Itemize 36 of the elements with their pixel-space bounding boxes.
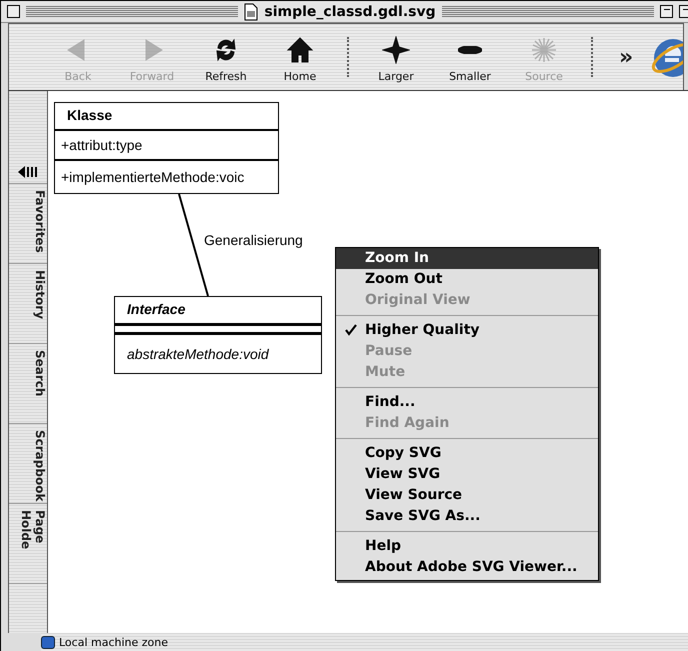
toolbar-button[interactable]: Smaller bbox=[433, 32, 507, 82]
zoom-box[interactable] bbox=[660, 5, 674, 18]
menu-item[interactable]: View SVG bbox=[336, 464, 598, 485]
method-text: abstrakteMethode:void bbox=[127, 346, 270, 362]
attribute-text: +attribut:type bbox=[61, 137, 144, 153]
menu-item[interactable]: About Adobe SVG Viewer... bbox=[336, 557, 598, 578]
menu-item[interactable]: View Source bbox=[336, 485, 598, 506]
class-name: Klasse bbox=[67, 107, 112, 123]
sidebar-tab[interactable]: Favorites bbox=[9, 184, 47, 264]
menu-item[interactable]: Help bbox=[336, 536, 598, 557]
toolbar-button[interactable]: Larger bbox=[359, 32, 433, 82]
window-title: simple_classd.gdl.svg bbox=[264, 4, 436, 20]
sidebar-tab[interactable]: Scrapbook bbox=[9, 424, 47, 504]
close-box[interactable] bbox=[7, 5, 20, 18]
toolbar-button[interactable]: Home bbox=[263, 32, 337, 82]
menu-item[interactable]: Zoom In bbox=[336, 248, 598, 269]
sidebar-tab[interactable]: Search bbox=[9, 344, 47, 424]
home-icon bbox=[286, 36, 314, 64]
menu-item[interactable]: Save SVG As... bbox=[336, 506, 598, 527]
sunburst-icon bbox=[530, 36, 558, 64]
menu-item[interactable]: Copy SVG bbox=[336, 443, 598, 464]
star-icon bbox=[382, 36, 410, 64]
status-text: Local machine zone bbox=[59, 636, 168, 648]
toolbar-button[interactable]: Refresh bbox=[189, 32, 263, 82]
sidebar-tab[interactable]: History bbox=[9, 264, 47, 344]
more-button[interactable]: » bbox=[611, 44, 642, 70]
sidebar-tab[interactable]: Page Holde bbox=[9, 504, 47, 584]
collapse-box[interactable] bbox=[679, 5, 688, 18]
collapse-arrow-icon[interactable] bbox=[18, 165, 38, 179]
zone-icon bbox=[41, 636, 55, 648]
method-text: +implementierteMethode:voic bbox=[61, 169, 246, 185]
menu-item[interactable]: Find... bbox=[336, 392, 598, 413]
relation-label: Generalisierung bbox=[204, 232, 303, 248]
menu-item[interactable]: Zoom Out bbox=[336, 269, 598, 290]
class-name: Interface bbox=[127, 301, 186, 317]
menu-item[interactable]: Higher Quality bbox=[336, 320, 598, 341]
